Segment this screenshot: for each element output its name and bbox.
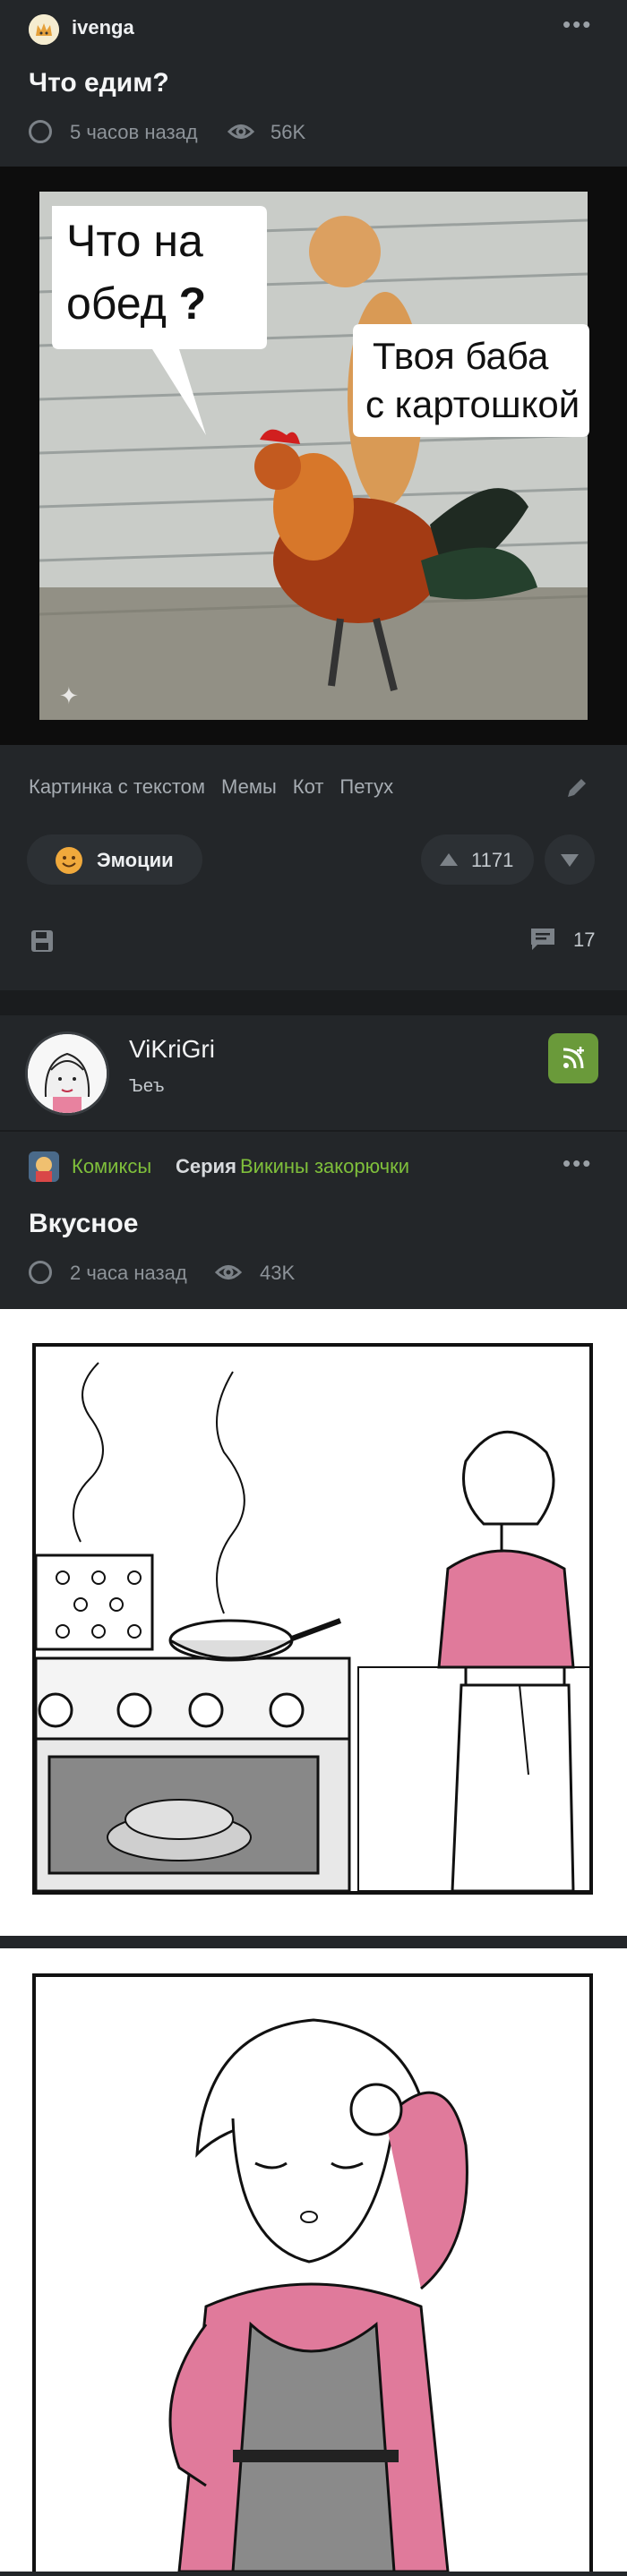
meme-text-left-line2: обед ? [66, 278, 206, 329]
clock-icon [29, 120, 52, 143]
tag-item[interactable]: Петух [339, 775, 393, 799]
author-name[interactable]: ViKriGri [129, 1035, 215, 1064]
comments-count[interactable]: 17 [573, 929, 595, 952]
post-title[interactable]: Что едим? [29, 68, 169, 98]
more-icon[interactable]: ••• [563, 11, 592, 39]
eye-icon [214, 1262, 243, 1282]
arrow-up-icon[interactable] [439, 852, 459, 868]
series-link[interactable]: Викины закорючки [240, 1155, 409, 1178]
post-time: 2 часа назад [70, 1262, 187, 1284]
views-count: 43K [260, 1262, 296, 1284]
reactions-label: Эмоции [97, 849, 174, 871]
reactions-button[interactable]: Эмоции [27, 834, 202, 885]
series-label: Серия [176, 1155, 236, 1177]
author-avatar[interactable] [25, 1031, 109, 1116]
post-time: 5 часов назад [70, 121, 198, 143]
author-avatar[interactable] [29, 14, 59, 45]
comment-icon[interactable] [528, 926, 557, 953]
community-icon[interactable] [29, 1151, 59, 1182]
subscribe-button[interactable] [548, 1033, 598, 1083]
meme-text-right-line1: Твоя баба [373, 335, 549, 377]
save-icon[interactable] [29, 928, 56, 954]
tag-item[interactable]: Картинка с текстом [29, 775, 205, 799]
emoji-icon [56, 847, 82, 874]
eye-icon [227, 122, 255, 141]
post-image[interactable]: Что на обед ? Твоя баба с картошкой ✦ [0, 167, 627, 745]
more-icon[interactable]: ••• [563, 1150, 592, 1177]
post-divider [0, 990, 627, 1015]
tag-item[interactable]: Кот [293, 775, 324, 799]
post-title[interactable]: Вкусное [29, 1209, 138, 1239]
author-subtitle: Ъеъ [129, 1076, 165, 1096]
meme-text-left-line1: Что на [66, 216, 203, 266]
arrow-down-icon [560, 852, 580, 869]
tag-list: Картинка с текстом Мемы Кот Петух [29, 775, 393, 799]
rating-control: 1171 [421, 834, 534, 885]
panel-separator [0, 1936, 627, 1948]
views-count: 56K [271, 121, 306, 143]
subscribe-icon [561, 1046, 586, 1071]
meme-text-right-line2: с картошкой [365, 383, 580, 425]
svg-text:✦: ✦ [59, 683, 79, 710]
downvote-button[interactable] [545, 834, 595, 885]
rating-value: 1171 [471, 849, 514, 871]
tag-item[interactable]: Мемы [221, 775, 277, 799]
header-divider [0, 1130, 627, 1132]
community-link[interactable]: Комиксы [72, 1155, 151, 1178]
pencil-icon[interactable] [564, 775, 589, 800]
comic-panel-1[interactable] [0, 1309, 627, 1936]
clock-icon [29, 1261, 52, 1284]
author-name[interactable]: ivenga [72, 16, 134, 39]
comic-panel-2[interactable] [0, 1948, 627, 2576]
